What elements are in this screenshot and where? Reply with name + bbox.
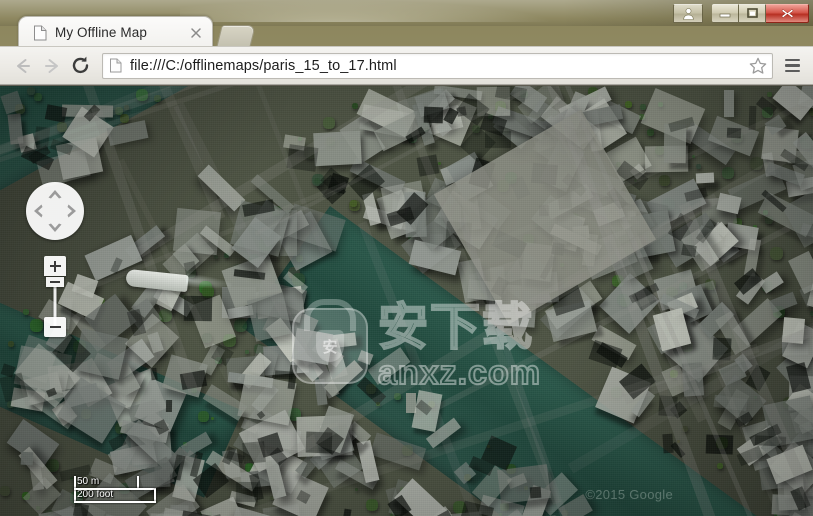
scale-imperial-label: 200 foot bbox=[77, 489, 114, 500]
pan-right-arrow-icon[interactable] bbox=[67, 204, 77, 219]
street bbox=[254, 86, 813, 236]
map-viewport[interactable]: 50 m 200 foot ©2015 Google 安 安下载 anxz.co… bbox=[0, 85, 813, 516]
hamburger-menu-icon bbox=[784, 58, 800, 62]
tab-close-icon[interactable] bbox=[188, 25, 204, 41]
plus-icon-v bbox=[53, 260, 57, 272]
address-bar-url: file:///C:/offlinemaps/paris_15_to_17.ht… bbox=[130, 57, 397, 74]
browser-toolbar: file:///C:/offlinemaps/paris_15_to_17.ht… bbox=[0, 46, 813, 85]
back-button[interactable] bbox=[8, 51, 37, 80]
chrome-menu-button[interactable] bbox=[779, 53, 805, 79]
scale-metric-label: 50 m bbox=[77, 476, 100, 487]
map-roads-layer bbox=[0, 86, 813, 516]
scale-line-metric bbox=[74, 488, 156, 490]
tab-title: My Offline Map bbox=[55, 25, 147, 40]
handle-grip bbox=[50, 280, 60, 284]
address-bar[interactable]: file:///C:/offlinemaps/paris_15_to_17.ht… bbox=[102, 52, 773, 79]
zoom-in-button[interactable] bbox=[44, 256, 66, 276]
pan-up-arrow-icon[interactable] bbox=[48, 189, 63, 199]
scale-line-imperial bbox=[74, 501, 156, 503]
reload-icon bbox=[72, 56, 89, 74]
hamburger-line bbox=[784, 69, 800, 73]
arrow-right-icon bbox=[44, 58, 58, 73]
browser-window: My Offline Map file:///C:/offlinemaps/pa… bbox=[0, 0, 813, 516]
page-icon bbox=[110, 58, 122, 73]
reload-button[interactable] bbox=[66, 51, 95, 80]
zoom-out-button[interactable] bbox=[44, 317, 66, 337]
tab-strip: My Offline Map bbox=[0, 0, 813, 48]
pan-down-arrow-icon[interactable] bbox=[48, 223, 63, 233]
pan-left-arrow-icon[interactable] bbox=[33, 204, 43, 219]
hamburger-line bbox=[784, 64, 800, 67]
arrow-left-icon bbox=[16, 58, 30, 73]
minus-icon bbox=[49, 325, 61, 329]
page-icon bbox=[34, 25, 47, 40]
map-attribution: ©2015 Google bbox=[585, 487, 673, 502]
zoom-slider-handle[interactable] bbox=[46, 277, 64, 287]
new-tab-button[interactable] bbox=[216, 25, 256, 48]
browser-tab[interactable]: My Offline Map bbox=[18, 16, 213, 48]
star-icon[interactable] bbox=[748, 56, 768, 76]
street bbox=[173, 102, 316, 367]
pan-control[interactable] bbox=[26, 182, 84, 240]
satellite-map-canvas[interactable] bbox=[0, 86, 813, 516]
forward-button[interactable] bbox=[37, 51, 66, 80]
zoom-control[interactable] bbox=[44, 256, 66, 337]
scale-bar: 50 m 200 foot bbox=[74, 476, 156, 503]
